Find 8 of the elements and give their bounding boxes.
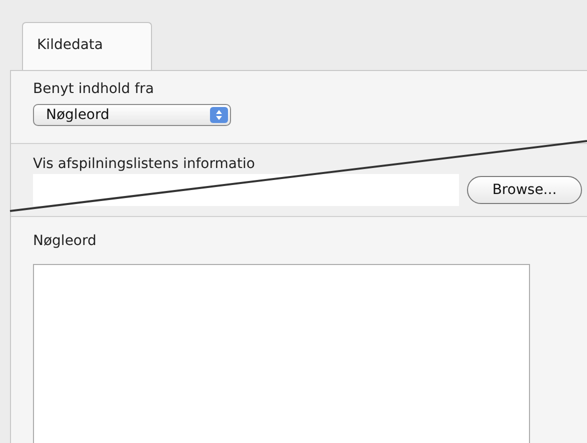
- stepper-icon: [210, 107, 228, 123]
- tab[interactable]: Kildedata: [22, 22, 152, 70]
- keywords-label: Nøgleord: [33, 233, 98, 250]
- source-popup[interactable]: Nøgleord: [33, 104, 231, 126]
- file-path-field[interactable]: [33, 174, 459, 206]
- browse-button[interactable]: Browse...: [467, 176, 582, 204]
- playlist-info-label: Vis afspilningslistens informatio: [33, 156, 256, 173]
- source-label: Benyt indhold fra: [33, 81, 155, 98]
